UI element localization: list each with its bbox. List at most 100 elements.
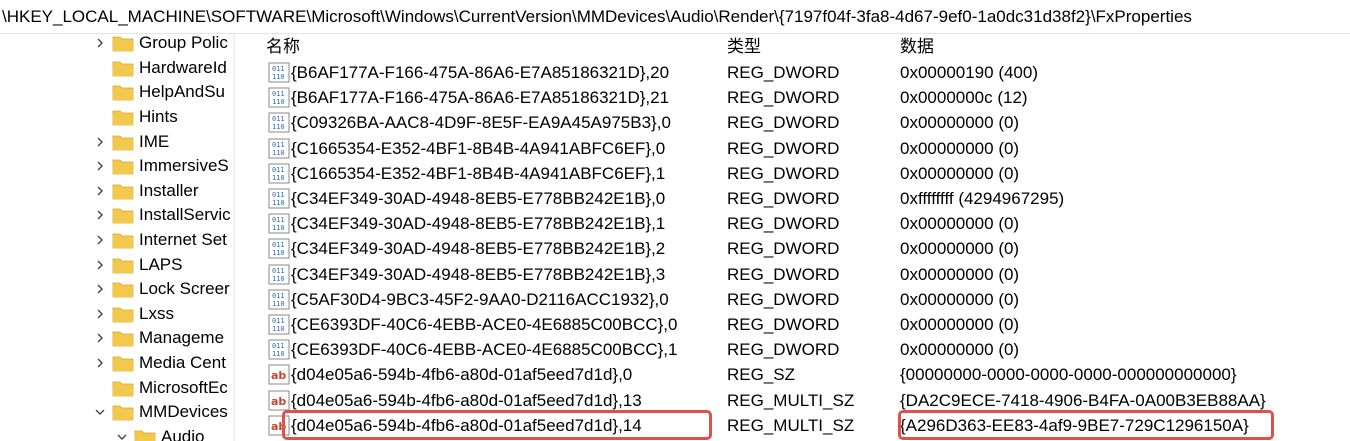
registry-value-row[interactable]: 011 110 {C34EF349-30AD-4948-8EB5-E778BB242… [236,211,1350,236]
tree-item-label: Lock Screer [139,279,230,299]
registry-value-row[interactable]: 011 110 {B6AF177A-F166-475A-86A6-E7A851863… [236,85,1350,110]
column-header-name[interactable]: 名称 [266,34,300,60]
registry-value-row[interactable]: ab {d04e05a6-594b-4fb6-a80d-01af5eed7d1d}… [236,362,1350,387]
svg-text:011: 011 [272,90,285,98]
svg-text:110: 110 [272,224,285,232]
registry-value-row[interactable]: 011 110 {CE6393DF-40C6-4EBB-ACE0-4E6885C00… [236,337,1350,362]
tree-item[interactable]: Media Cent [94,351,226,376]
tree-item[interactable]: Internet Set [94,228,227,253]
value-data: {A296D363-EE83-4af9-9BE7-729C1296150A} [900,415,1249,435]
registry-value-row[interactable]: 011 110 {C34EF349-30AD-4948-8EB5-E778BB242… [236,186,1350,211]
chevron-right-icon[interactable] [94,357,106,369]
tree-item[interactable]: HelpAndSu [94,80,225,105]
chevron-right-icon[interactable] [94,308,106,320]
tree-item[interactable]: LAPS [94,252,182,277]
folder-icon [112,280,134,298]
value-type: REG_MULTI_SZ [727,415,855,435]
chevron-right-icon[interactable] [94,136,106,148]
value-data: 0x0000000c (12) [900,88,1028,108]
value-data: 0x00000000 (0) [900,239,1020,259]
tree-item[interactable]: Hints [94,105,178,130]
value-name: {B6AF177A-F166-475A-86A6-E7A85186321D},2… [291,63,670,82]
column-header-data[interactable]: 数据 [900,34,934,60]
address-bar[interactable]: \HKEY_LOCAL_MACHINE\SOFTWARE\Microsoft\W… [0,0,1350,34]
value-type: REG_DWORD [727,88,840,108]
tree-item-label: Manageme [139,328,225,348]
tree-item[interactable]: HardwareId [94,56,227,81]
chevron-right-icon[interactable] [94,160,106,172]
registry-value-row[interactable]: ab {d04e05a6-594b-4fb6-a80d-01af5eed7d1d}… [236,388,1350,413]
value-name: {d04e05a6-594b-4fb6-a80d-01af5eed7d1d},0 [291,365,633,385]
svg-text:ab: ab [271,420,286,433]
svg-text:011: 011 [272,216,285,224]
value-type: REG_DWORD [727,239,840,259]
tree-item[interactable]: MicrosoftEc [94,375,228,400]
binary-value-icon: 011 110 [268,163,290,184]
tree-item[interactable]: Manageme [94,326,224,351]
chevron-right-icon[interactable] [94,209,106,221]
value-type: REG_DWORD [727,340,840,360]
value-data: 0x00000000 (0) [900,315,1020,334]
tree-item-label: IME [139,131,170,151]
values-list[interactable]: 名称 类型 数据 011 110 {B6AF177A-F166-475A-86A6-… [236,34,1350,441]
chevron-down-icon[interactable] [94,406,106,418]
svg-text:110: 110 [272,300,285,308]
chevron-right-icon[interactable] [94,185,106,197]
value-name: {C5AF30D4-9BC3-45F2-9AA0-D2116ACC1932},0 [291,289,669,309]
value-name: {B6AF177A-F166-475A-86A6-E7A85186321D},2… [291,88,670,108]
folder-icon [112,256,134,274]
chevron-right-icon[interactable] [94,259,106,271]
registry-value-row[interactable]: 011 110 {C1665354-E352-4BF1-8B4B-4A941ABFC… [236,161,1350,186]
chevron-right-icon[interactable] [94,234,106,246]
column-header-type[interactable]: 类型 [727,34,761,60]
folder-icon [112,59,134,77]
binary-value-icon: 011 110 [268,314,290,335]
registry-value-row[interactable]: 011 110 {C34EF349-30AD-4948-8EB5-E778BB242… [236,236,1350,261]
registry-value-row[interactable]: 011 110 {CE6393DF-40C6-4EBB-ACE0-4E6885C00… [236,312,1350,337]
value-data: {00000000-0000-0000-0000-000000000000} [900,365,1237,385]
svg-text:110: 110 [272,249,285,257]
tree-item-label: Hints [139,107,178,127]
svg-text:011: 011 [272,317,285,325]
tree-item[interactable]: Lxss [94,302,174,327]
tree-item-label: ImmersiveS [139,156,229,176]
folder-icon [112,133,134,151]
chevron-right-icon[interactable] [94,332,106,344]
value-name: {d04e05a6-594b-4fb6-a80d-01af5eed7d1d},1… [291,415,642,435]
tree-item[interactable]: Installer [94,179,199,204]
value-data: 0x00000000 (0) [900,138,1020,158]
registry-value-row[interactable]: 011 110 {C1665354-E352-4BF1-8B4B-4A941ABFC… [236,136,1350,161]
folder-icon [112,34,134,52]
chevron-right-icon[interactable] [94,283,106,295]
tree-item[interactable]: IME [94,129,169,154]
pane-splitter[interactable] [233,34,235,441]
tree-item[interactable]: MMDevices [94,400,228,425]
value-data: 0x00000000 (0) [900,264,1020,284]
tree-item[interactable]: Group Polic [94,34,228,56]
binary-value-icon: 011 110 [268,87,290,108]
registry-value-row[interactable]: 011 110 {B6AF177A-F166-475A-86A6-E7A851863… [236,60,1350,85]
tree-item-label: Lxss [139,303,174,323]
svg-text:011: 011 [272,115,285,123]
svg-text:011: 011 [272,241,285,249]
registry-value-row[interactable]: 011 110 {C09326BA-AAC8-4D9F-8E5F-EA9A45A97… [236,110,1350,135]
tree-item[interactable]: InstallServic [94,203,231,228]
value-name: {CE6393DF-40C6-4EBB-ACE0-4E6885C00BCC},1 [291,340,678,360]
tree-item[interactable]: Audio [116,425,204,441]
tree-item-label: Audio [161,426,205,441]
tree-item[interactable]: Lock Screer [94,277,230,302]
value-type: REG_DWORD [727,214,840,234]
value-data: 0x00000190 (400) [900,63,1039,82]
registry-value-row[interactable]: 011 110 {C5AF30D4-9BC3-45F2-9AA0-D2116ACC1… [236,287,1350,312]
chevron-down-icon[interactable] [116,431,128,441]
registry-value-row[interactable]: ab {d04e05a6-594b-4fb6-a80d-01af5eed7d1d}… [236,413,1350,438]
registry-tree[interactable]: Group Polic HardwareId HelpAndSu Hints IME Im… [0,34,236,441]
tree-item[interactable]: ImmersiveS [94,154,229,179]
tree-item-label: LAPS [139,254,183,274]
registry-value-row[interactable]: 011 110 {C34EF349-30AD-4948-8EB5-E778BB242… [236,262,1350,287]
svg-text:011: 011 [272,191,285,199]
chevron-right-icon[interactable] [94,37,106,49]
value-type: REG_MULTI_SZ [727,390,855,410]
value-data: 0x00000000 (0) [900,289,1020,309]
tree-item-label: Internet Set [139,230,227,250]
